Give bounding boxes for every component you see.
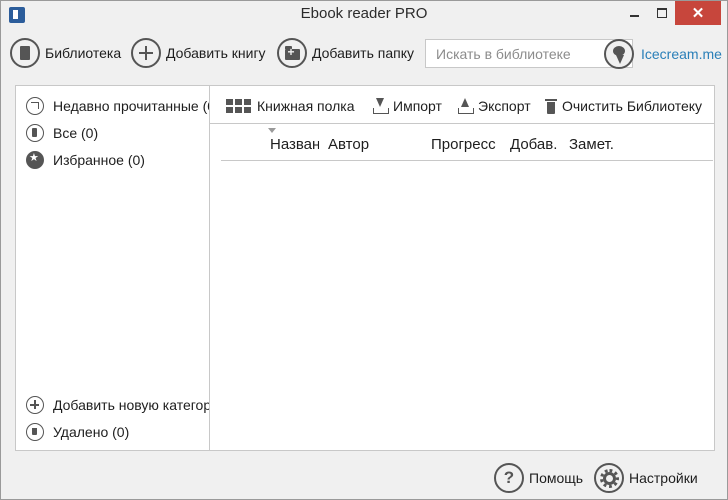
book-stack-icon [26,124,44,142]
sidebar-item-all[interactable]: Все (0) [26,123,98,143]
maximize-button[interactable] [649,1,675,25]
trash-icon [545,98,557,114]
settings-label: Настройки [629,470,698,486]
column-header-added[interactable]: Добав. [510,136,565,154]
bookshelf-button[interactable]: Книжная полка [226,95,355,117]
sidebar-item-deleted[interactable]: Удалено (0) [26,422,129,442]
trash-icon [26,423,44,441]
minimize-button[interactable] [621,1,647,25]
clear-library-label: Очистить Библиотеку [562,98,703,114]
sidebar-item-label: Все (0) [53,125,99,141]
import-button[interactable]: Импорт [372,95,442,117]
column-header-author[interactable]: Автор [328,136,418,154]
library-button-label: Библиотека [45,45,122,61]
help-icon: ? [494,463,524,493]
help-button[interactable]: ? Помощь [494,462,583,494]
grid-view-icon [226,99,252,113]
add-folder-button-label: Добавить папку [312,45,414,61]
settings-button[interactable]: Настройки [594,462,698,494]
add-category-label: Добавить новую категорию [53,397,209,413]
add-icon [131,38,161,68]
gear-icon [594,463,624,493]
sort-descending-icon [268,128,276,133]
close-button[interactable]: ✕ [675,1,721,25]
share-icon [26,97,44,115]
star-icon [26,151,44,169]
sidebar-item-label: Избранное (0) [53,152,145,168]
category-sidebar: Недавно прочитанные (0) Все (0) Избранно… [15,85,210,451]
library-toolbar: Книжная полка Импорт Экспорт Очистить Би… [210,86,714,124]
add-book-button[interactable]: Добавить книгу [131,37,266,69]
help-label: Помощь [529,470,584,486]
library-button[interactable]: Библиотека [10,37,121,69]
title-bar: Ebook reader PRO ✕ [1,1,727,29]
column-header-notes[interactable]: Замет. [569,136,624,154]
table-header: Название Автор Прогресс Добав. Замет. [221,124,713,161]
bookshelf-label: Книжная полка [257,98,355,114]
search-input[interactable] [425,39,633,68]
add-book-button-label: Добавить книгу [166,45,266,61]
clear-library-button[interactable]: Очистить Библиотеку [545,95,702,117]
column-header-progress[interactable]: Прогресс [431,136,503,154]
app-window: Ebook reader PRO ✕ Библиотека Добавить к… [0,0,728,500]
sidebar-item-label: Недавно прочитанные (0) [53,98,210,114]
add-folder-button[interactable]: Добавить папку [277,37,414,69]
sidebar-item-recent[interactable]: Недавно прочитанные (0) [26,96,210,116]
icecream-logo-icon[interactable] [604,39,634,69]
upload-icon [457,98,474,114]
import-label: Импорт [393,98,442,114]
add-folder-icon [277,38,307,68]
brand-link[interactable]: Icecream.me [641,46,722,62]
download-icon [372,98,389,114]
sidebar-item-favorites[interactable]: Избранное (0) [26,150,145,170]
window-title: Ebook reader PRO [300,5,428,22]
library-icon [10,38,40,68]
column-header-title[interactable]: Название [270,136,319,154]
export-button[interactable]: Экспорт [457,95,531,117]
sidebar-item-label: Удалено (0) [53,424,130,440]
export-label: Экспорт [478,98,531,114]
main-toolbar: Библиотека Добавить книгу Добавить папку… [1,31,727,77]
add-category-button[interactable]: Добавить новую категорию [26,395,209,415]
add-icon [26,396,44,414]
library-panel: Книжная полка Импорт Экспорт Очистить Би… [210,85,715,451]
